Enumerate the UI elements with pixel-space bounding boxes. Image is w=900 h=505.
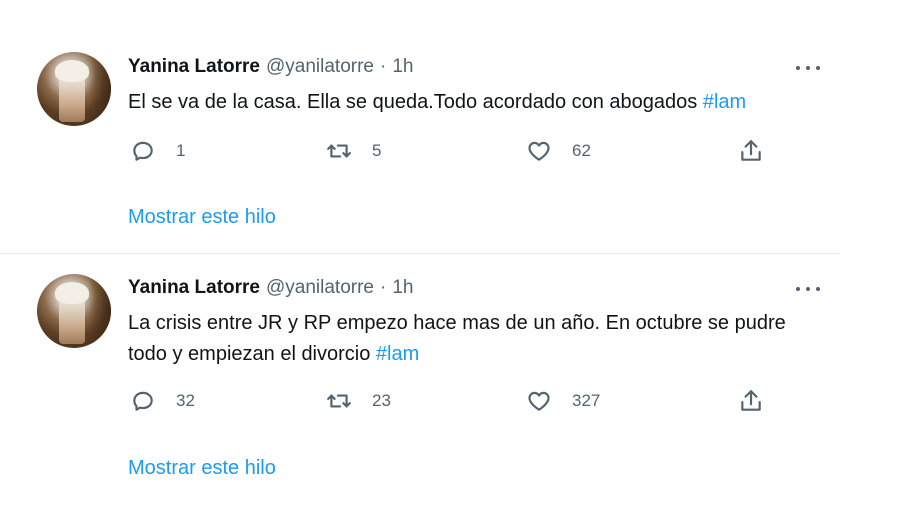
retweet-button[interactable]: 23: [326, 386, 391, 416]
heart-icon: [528, 391, 550, 411]
tweet-body: La crisis entre JR y RP empezo hace mas …: [128, 312, 786, 365]
author-name[interactable]: Yanina Latorre: [128, 277, 260, 299]
separator: ·: [380, 277, 387, 298]
share-icon: [741, 140, 761, 161]
heart-icon: [528, 141, 550, 161]
author-handle[interactable]: @yanilatorre: [266, 277, 374, 299]
tweet[interactable]: Yanina Latorre @yanilatorre · 1h La cris…: [0, 254, 840, 505]
like-count: 327: [572, 391, 601, 410]
share-icon: [741, 390, 761, 411]
retweet-icon: [327, 394, 351, 408]
tweet[interactable]: Yanina Latorre @yanilatorre · 1h El se v…: [0, 0, 840, 254]
more-options-icon[interactable]: [794, 58, 822, 78]
retweet-button[interactable]: 5: [326, 136, 381, 166]
reply-icon: [133, 391, 153, 411]
timestamp[interactable]: 1h: [392, 277, 413, 299]
like-count: 62: [572, 141, 591, 160]
tweet-body: El se va de la casa. Ella se queda.Todo …: [128, 91, 703, 113]
author-name[interactable]: Yanina Latorre: [128, 56, 260, 78]
timestamp[interactable]: 1h: [392, 56, 413, 78]
tweet-actions: 32 23 327: [128, 386, 788, 416]
reply-count: 32: [176, 391, 195, 410]
tweet-header: Yanina Latorre @yanilatorre · 1h: [128, 276, 413, 300]
tweet-text: El se va de la casa. Ella se queda.Todo …: [128, 87, 818, 118]
reply-icon: [133, 141, 153, 161]
retweet-count: 23: [372, 391, 391, 410]
tweet-header: Yanina Latorre @yanilatorre · 1h: [128, 55, 413, 79]
separator: ·: [380, 56, 387, 77]
reply-count: 1: [176, 141, 186, 160]
hashtag-link[interactable]: #lam: [703, 91, 746, 113]
share-button[interactable]: [738, 386, 764, 416]
show-thread-link[interactable]: Mostrar este hilo: [128, 457, 276, 480]
avatar[interactable]: [37, 52, 111, 126]
avatar[interactable]: [37, 274, 111, 348]
tweet-actions: 1 5 62: [128, 136, 788, 166]
retweet-count: 5: [372, 141, 382, 160]
author-handle[interactable]: @yanilatorre: [266, 56, 374, 78]
reply-button[interactable]: 1: [130, 136, 185, 166]
reply-button[interactable]: 32: [130, 386, 195, 416]
share-button[interactable]: [738, 136, 764, 166]
retweet-icon: [327, 144, 351, 158]
more-options-icon[interactable]: [794, 279, 822, 299]
like-button[interactable]: 327: [526, 386, 600, 416]
hashtag-link[interactable]: #lam: [376, 343, 419, 365]
tweet-text: La crisis entre JR y RP empezo hace mas …: [128, 308, 818, 370]
show-thread-link[interactable]: Mostrar este hilo: [128, 206, 276, 229]
like-button[interactable]: 62: [526, 136, 591, 166]
